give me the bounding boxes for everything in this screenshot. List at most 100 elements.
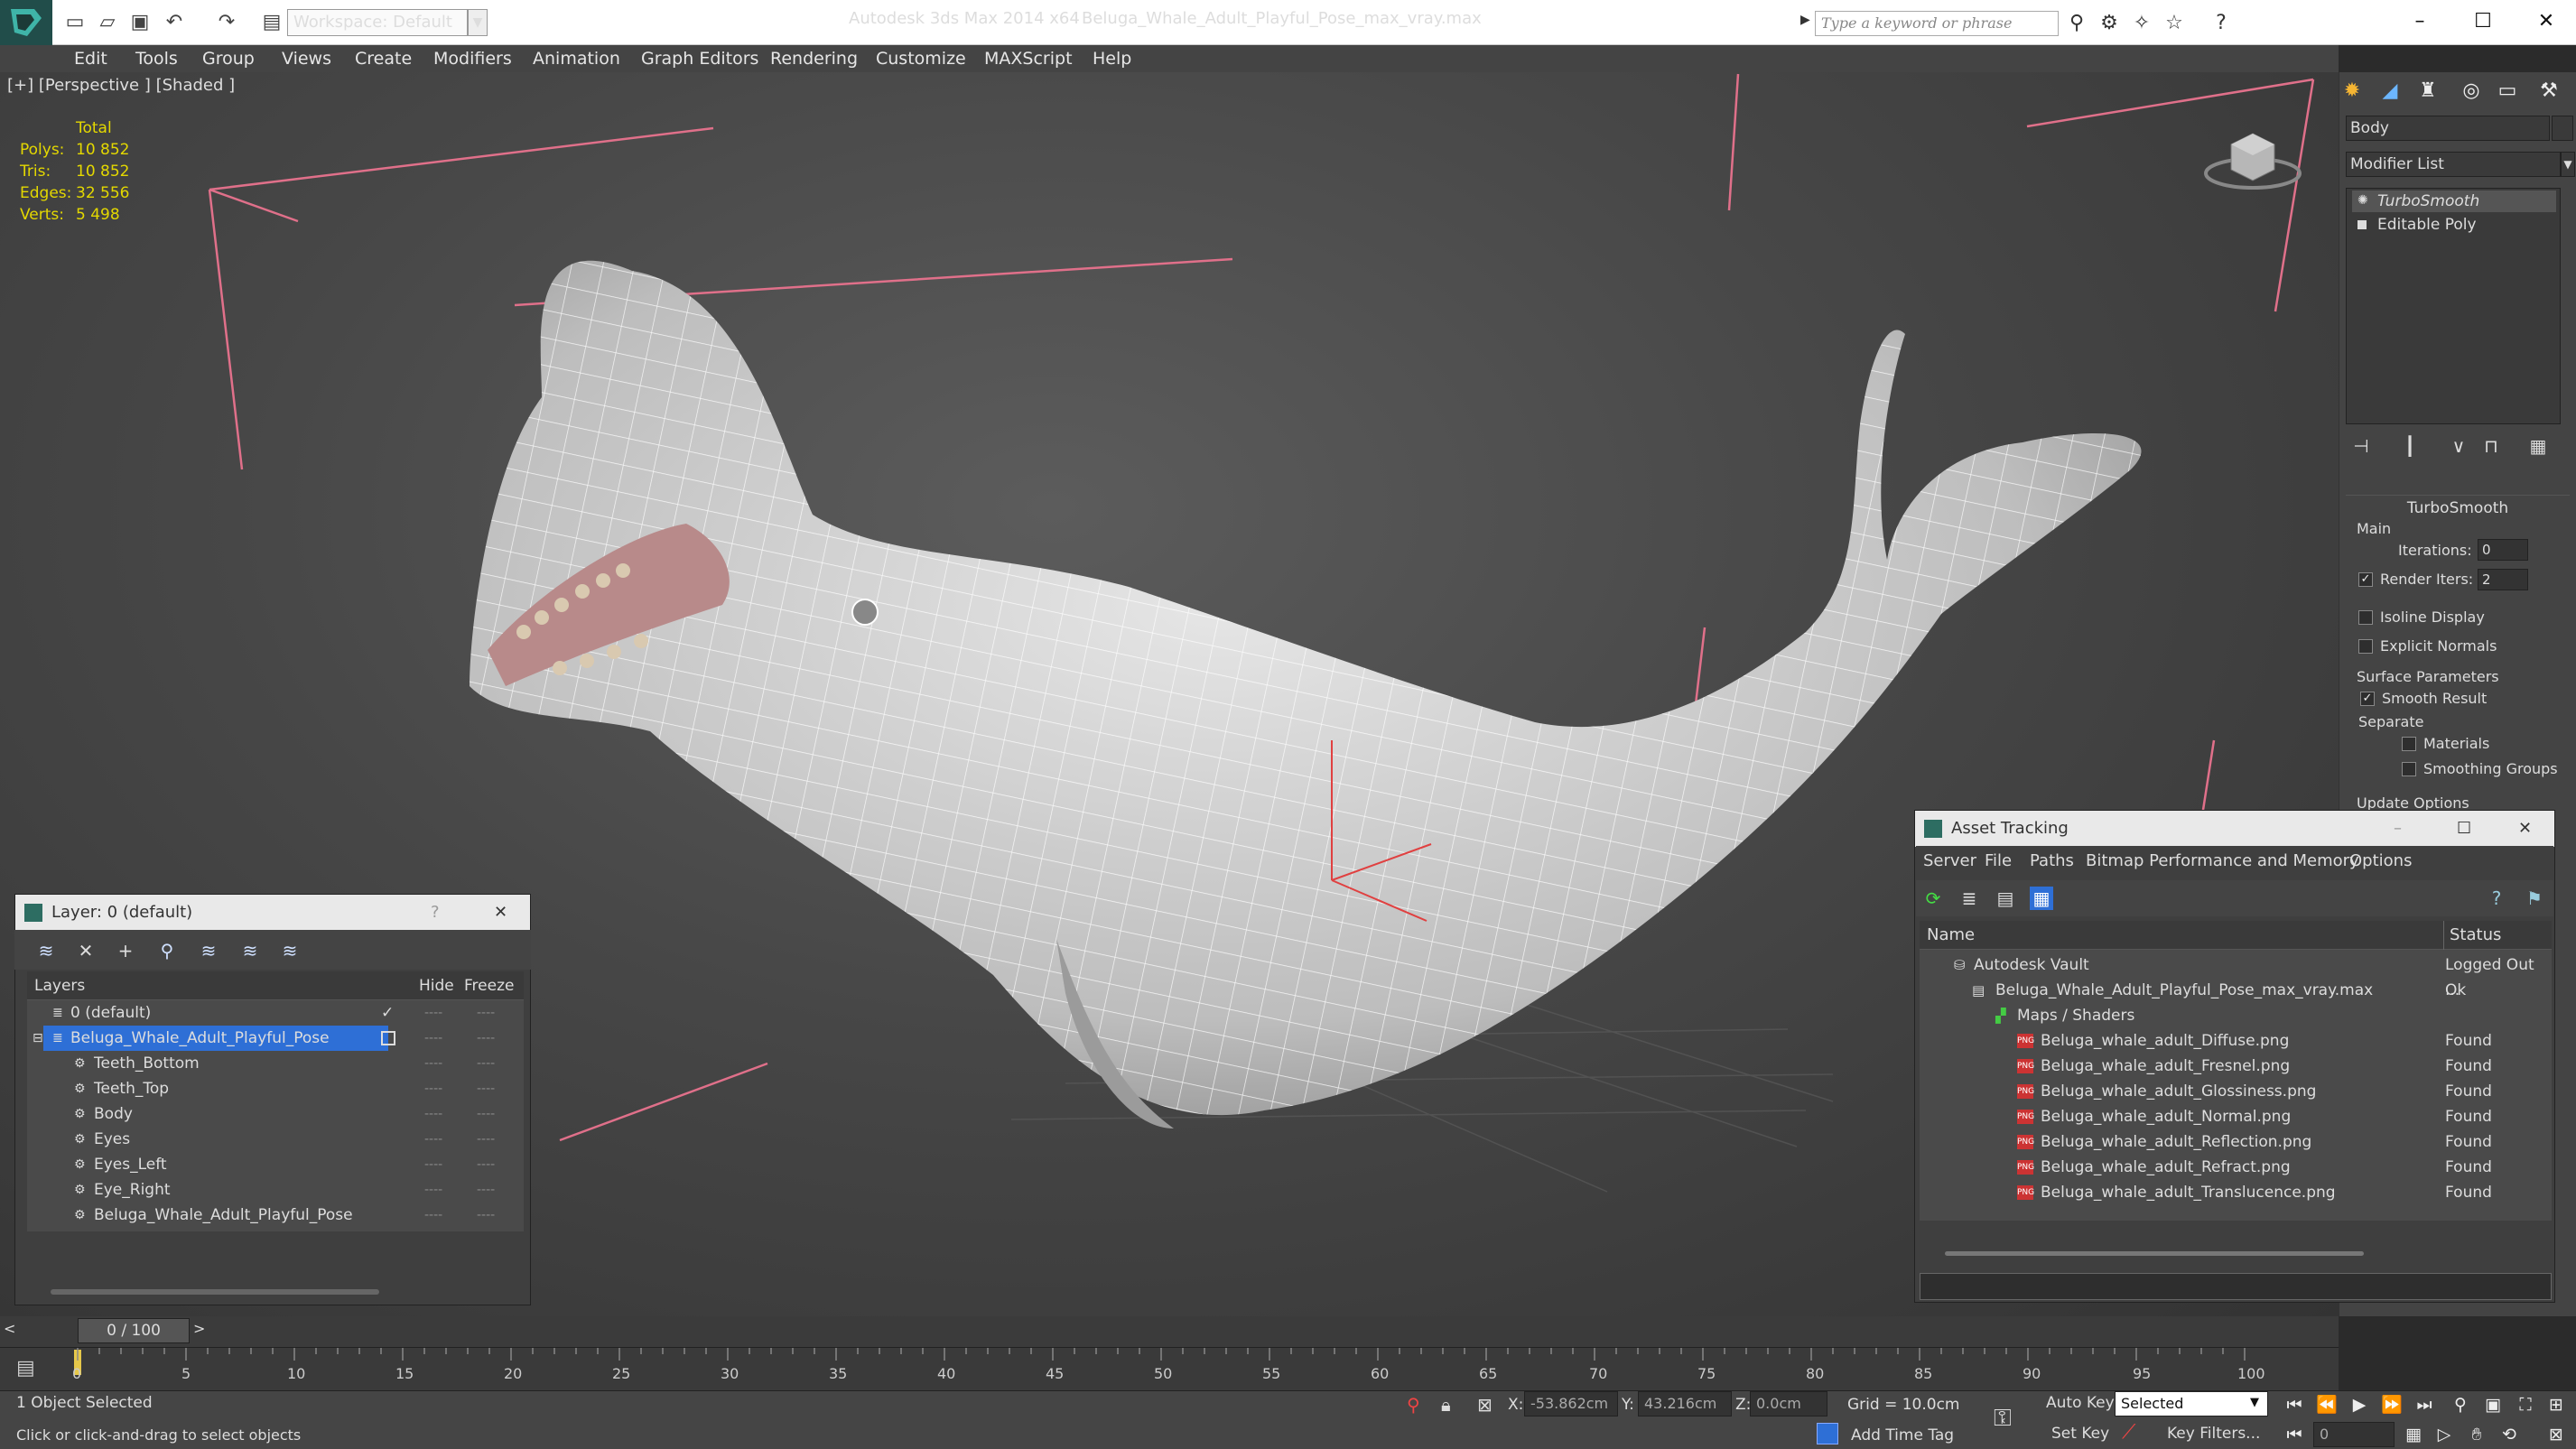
smoothing-groups-checkbox[interactable]: [2402, 762, 2416, 776]
chevron-down-icon[interactable]: ▼: [2561, 152, 2575, 177]
create-tab-icon[interactable]: ✹: [2339, 78, 2366, 105]
new-layer-icon[interactable]: ≋: [34, 939, 58, 962]
menu-help[interactable]: Help: [1093, 49, 1131, 69]
collapse-icon[interactable]: ⊟: [33, 1026, 43, 1051]
display-tab-icon[interactable]: ▭: [2494, 78, 2521, 105]
iterations-spinner[interactable]: 0: [2478, 539, 2528, 561]
workspace-dropdown[interactable]: Workspace: Default: [287, 9, 468, 36]
hierarchy-tab-icon[interactable]: ♜: [2414, 78, 2441, 105]
time-slider[interactable]: 0 / 100: [78, 1318, 190, 1343]
pan-hand-icon[interactable]: ✋︎: [2465, 1423, 2488, 1446]
zoom-extents-icon[interactable]: ▣: [2481, 1393, 2505, 1416]
stack-item-editable-poly[interactable]: Editable Poly: [2352, 214, 2556, 236]
layer-row[interactable]: ⚙ Eyes_Left ---- ----: [27, 1152, 524, 1177]
auto-key-button[interactable]: Auto Key: [2046, 1394, 2115, 1412]
asset-row[interactable]: PNG Beluga_whale_adult_Reflection.png Fo…: [1920, 1129, 2552, 1155]
selection-lock-icon[interactable]: 🔒︎: [1441, 1394, 1451, 1416]
layer-row[interactable]: ⚙ Eye_Right ---- ----: [27, 1177, 524, 1203]
tree-view-icon[interactable]: ▤: [1994, 887, 2017, 910]
highlight-layer-icon[interactable]: ≋: [197, 939, 220, 962]
menu-rendering[interactable]: Rendering: [770, 49, 858, 69]
set-current-box-icon[interactable]: [381, 1031, 395, 1045]
lightbulb-icon[interactable]: ✺: [2357, 194, 2370, 207]
open-file-icon[interactable]: ▱: [98, 13, 117, 33]
close-icon[interactable]: ✕: [494, 895, 507, 931]
chevron-down-icon[interactable]: ▼: [2250, 1396, 2259, 1409]
play-icon[interactable]: ▶: [2348, 1393, 2371, 1416]
menu-customize[interactable]: Customize: [876, 49, 966, 69]
time-tag-icon[interactable]: [1817, 1423, 1838, 1444]
col-status[interactable]: Status: [2443, 921, 2501, 950]
field-of-view-icon[interactable]: ⛶: [2514, 1393, 2537, 1416]
asset-row[interactable]: PNG Beluga_whale_adult_Refract.png Found: [1920, 1155, 2552, 1180]
go-to-end-icon[interactable]: ⏭: [2413, 1393, 2436, 1416]
object-name-field[interactable]: Body: [2346, 116, 2550, 141]
subscription-icon[interactable]: ⚙: [2098, 13, 2120, 34]
x-coordinate-field[interactable]: -53.862cm: [1524, 1391, 1618, 1416]
make-unique-icon[interactable]: ∨: [2445, 433, 2472, 459]
layer-row[interactable]: ⚙ Teeth_Bottom ---- ----: [27, 1051, 524, 1076]
menu-edit[interactable]: Edit: [74, 49, 107, 69]
status-icon[interactable]: ⚑: [2523, 887, 2546, 910]
menu-create[interactable]: Create: [355, 49, 412, 69]
list-view-icon[interactable]: ≣: [1958, 887, 1981, 910]
freeze-all-icon[interactable]: ≋: [278, 939, 302, 962]
key-filters-button[interactable]: Key Filters...: [2167, 1425, 2260, 1443]
asset-row[interactable]: ▤ Beluga_Whale_Adult_Playful_Pose_max_vr…: [1920, 978, 2552, 1003]
pin-stack-icon[interactable]: ⊣: [2348, 433, 2375, 459]
turbosmooth-rollout[interactable]: TurboSmooth: [2346, 495, 2570, 522]
menu-bitmap-performance[interactable]: Bitmap Performance and Memory: [2086, 846, 2359, 877]
close-button[interactable]: ✕: [2524, 5, 2569, 38]
select-objects-icon[interactable]: ⚲: [155, 939, 179, 962]
communication-icon[interactable]: ✧: [2131, 13, 2153, 34]
add-time-tag[interactable]: Add Time Tag: [1851, 1426, 1954, 1444]
menu-modifiers[interactable]: Modifiers: [433, 49, 512, 69]
go-to-start-icon[interactable]: ⏮: [2283, 1393, 2306, 1416]
asset-row[interactable]: ⛁ Autodesk Vault Logged Out ...: [1920, 952, 2552, 999]
chevron-down-icon[interactable]: ▼: [468, 9, 488, 36]
key-icon[interactable]: ⚿: [1994, 1405, 2012, 1433]
app-logo-button[interactable]: [0, 0, 52, 45]
chevron-right-icon[interactable]: >: [193, 1320, 205, 1337]
delete-layer-icon[interactable]: ✕: [74, 939, 98, 962]
layer-row[interactable]: ⚙ Teeth_Top ---- ----: [27, 1076, 524, 1101]
time-config-icon[interactable]: ▦: [2402, 1423, 2425, 1446]
menu-tools[interactable]: Tools: [135, 49, 178, 69]
asset-row[interactable]: PNG Beluga_whale_adult_Normal.png Found: [1920, 1104, 2552, 1129]
asset-horizontal-scrollbar[interactable]: [1945, 1251, 2364, 1256]
set-key-button[interactable]: Set Key: [2051, 1425, 2109, 1443]
previous-frame-icon[interactable]: ⏪: [2315, 1393, 2339, 1416]
show-end-result-icon[interactable]: ┃: [2396, 433, 2423, 459]
menu-options[interactable]: Options: [2349, 846, 2412, 877]
asset-row[interactable]: PNG Beluga_whale_adult_Diffuse.png Found: [1920, 1028, 2552, 1054]
table-view-icon[interactable]: ▦: [2030, 887, 2053, 910]
asset-row[interactable]: PNG Beluga_whale_adult_Fresnel.png Found: [1920, 1054, 2552, 1079]
refresh-icon[interactable]: ⟳: [1921, 887, 1945, 910]
next-frame-icon[interactable]: ⏩: [2380, 1393, 2404, 1416]
render-iters-spinner[interactable]: 2: [2478, 569, 2528, 590]
zoom-icon[interactable]: ⚲: [2449, 1393, 2472, 1416]
new-file-icon[interactable]: ▭: [65, 13, 85, 33]
layer-row[interactable]: ⚙ Beluga_Whale_Adult_Playful_Pose ---- --…: [27, 1203, 524, 1228]
menu-group[interactable]: Group: [202, 49, 255, 69]
maximize-viewport-icon[interactable]: ⊞: [2544, 1393, 2568, 1416]
maximize-toggle-icon[interactable]: ⊠: [2544, 1423, 2568, 1446]
key-mode-dropdown[interactable]: Selected: [2115, 1391, 2268, 1416]
undo-icon[interactable]: ↶: [164, 13, 184, 33]
menu-server[interactable]: Server: [1923, 846, 1976, 877]
minimize-button[interactable]: –: [2397, 5, 2442, 38]
layer-row-selected[interactable]: ⊟ ≣ Beluga_Whale_Adult_Playful_Pose ----…: [27, 1026, 524, 1051]
key-mode-icon[interactable]: ⏮: [2283, 1423, 2306, 1446]
absolute-mode-icon[interactable]: ⊠: [1477, 1394, 1493, 1416]
asset-path-field[interactable]: [1920, 1273, 2552, 1300]
stack-item-turbosmooth[interactable]: ✺ TurboSmooth: [2352, 190, 2556, 212]
orbit-icon[interactable]: ⟲: [2497, 1423, 2521, 1446]
current-frame-field[interactable]: 0: [2313, 1422, 2395, 1447]
explicit-normals-checkbox[interactable]: [2358, 639, 2373, 654]
asset-tracking-titlebar[interactable]: Asset Tracking – ☐ ✕: [1915, 811, 2554, 847]
current-layer-check-icon[interactable]: ✓: [381, 1000, 394, 1026]
maximize-button[interactable]: ☐: [2460, 5, 2506, 38]
isolate-selection-icon[interactable]: ⚲: [1407, 1394, 1420, 1416]
viewport-label[interactable]: [+] [Perspective ] [Shaded ]: [7, 76, 235, 95]
help-icon[interactable]: ?: [2485, 887, 2508, 910]
